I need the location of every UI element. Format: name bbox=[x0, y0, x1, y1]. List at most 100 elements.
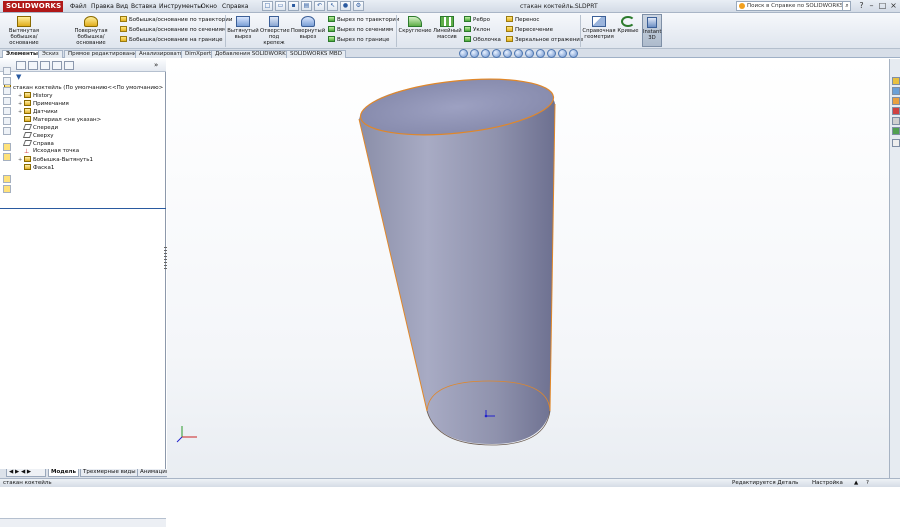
feature-icon[interactable] bbox=[3, 143, 11, 151]
hole-wizard-button[interactable]: Отверстие под крепеж bbox=[260, 16, 290, 46]
tree-item-annotations[interactable]: + Примечания bbox=[18, 100, 69, 108]
tab-mbd[interactable]: SOLIDWORKS MBD bbox=[286, 50, 346, 58]
close-icon[interactable]: × bbox=[888, 1, 899, 11]
feature-icon[interactable] bbox=[3, 185, 11, 193]
feature-icon[interactable] bbox=[3, 153, 11, 161]
tree-item-history[interactable]: + History bbox=[18, 92, 53, 100]
task-icon[interactable] bbox=[3, 97, 11, 105]
open-icon[interactable]: ▭ bbox=[275, 1, 286, 11]
previous-view-icon[interactable] bbox=[481, 49, 490, 58]
menu-insert[interactable]: Вставка bbox=[131, 3, 156, 10]
save-icon[interactable]: ▪ bbox=[288, 1, 299, 11]
menu-tools[interactable]: Инструменты bbox=[159, 3, 202, 10]
scene-icon[interactable] bbox=[547, 49, 556, 58]
solidworks-resources-icon[interactable] bbox=[892, 77, 900, 85]
custom-properties-icon[interactable] bbox=[892, 127, 900, 135]
select-icon[interactable]: ↖ bbox=[327, 1, 338, 11]
instant3d-button[interactable]: Instant 3D bbox=[642, 14, 662, 47]
tree-item-origin[interactable]: ⊥ Исходная точка bbox=[24, 148, 79, 155]
curves-button[interactable]: Кривые bbox=[617, 16, 639, 34]
sweep-cut-button[interactable]: Вырез по траектории bbox=[328, 16, 399, 24]
menu-file[interactable]: Файл bbox=[70, 3, 87, 10]
view-orientation-icon[interactable] bbox=[503, 49, 512, 58]
view-settings-icon[interactable] bbox=[558, 49, 567, 58]
new-icon[interactable]: □ bbox=[262, 1, 273, 11]
task-icon[interactable] bbox=[3, 67, 11, 75]
display-manager-icon[interactable] bbox=[64, 61, 74, 70]
boundary-cut-button[interactable]: Вырез по границе bbox=[328, 36, 389, 44]
display-style-icon[interactable] bbox=[514, 49, 523, 58]
menu-window[interactable]: Окно bbox=[201, 3, 217, 10]
tree-item-right-plane[interactable]: Справа bbox=[22, 140, 54, 148]
wrap-button[interactable]: Перенос bbox=[506, 16, 539, 24]
tab-features[interactable]: Элементы bbox=[2, 50, 42, 58]
help-search-input[interactable]: Поиск в Справке по SOLIDWORKS bbox=[736, 1, 851, 11]
help-icon[interactable]: ? bbox=[866, 479, 869, 487]
tab-addins[interactable]: Добавления SOLIDWORKS bbox=[211, 50, 294, 58]
mirror-button[interactable]: Зеркальное отражение bbox=[506, 36, 583, 44]
filter-icon[interactable]: ▼ bbox=[16, 73, 21, 81]
forum-icon[interactable] bbox=[892, 139, 900, 147]
reference-geometry-button[interactable]: Справочная геометрия bbox=[582, 16, 616, 40]
graphics-area[interactable] bbox=[167, 59, 889, 478]
edit-appearance-icon[interactable] bbox=[536, 49, 545, 58]
hide-show-icon[interactable] bbox=[525, 49, 534, 58]
tree-item-front-plane[interactable]: Спереди bbox=[22, 124, 58, 132]
tab-model[interactable]: Модель bbox=[48, 469, 79, 477]
tab-direct-editing[interactable]: Прямое редактирование bbox=[64, 50, 144, 58]
expand-panel-icon[interactable]: » bbox=[154, 61, 164, 70]
status-units[interactable]: Настройка bbox=[812, 479, 843, 487]
dimxpert-icon[interactable] bbox=[52, 61, 62, 70]
configuration-icon[interactable] bbox=[40, 61, 50, 70]
tree-root[interactable]: стакан коктейль (По умолчанию<<По умолча… bbox=[4, 84, 163, 92]
print-icon[interactable]: ▤ bbox=[301, 1, 312, 11]
menu-edit[interactable]: Правка bbox=[91, 3, 114, 10]
tab-evaluate[interactable]: Анализировать bbox=[135, 50, 188, 58]
tab-sketch[interactable]: Эскиз bbox=[38, 50, 63, 58]
section-view-icon[interactable] bbox=[492, 49, 501, 58]
tree-item-extrude1[interactable]: + Бобышка-Вытянуть1 bbox=[18, 156, 93, 164]
fillet-button[interactable]: Скругление bbox=[398, 16, 432, 34]
task-icon[interactable] bbox=[3, 117, 11, 125]
draft-button[interactable]: Уклон bbox=[464, 26, 490, 34]
nav-arrows[interactable]: ◀ ▶ ◀ ▶ bbox=[6, 469, 46, 477]
extrude-cut-button[interactable]: Вытянутый вырез bbox=[227, 16, 259, 40]
linear-pattern-button[interactable]: Линейный массив bbox=[433, 16, 462, 40]
intersect-button[interactable]: Пересечение bbox=[506, 26, 553, 34]
options-icon[interactable]: ⚙ bbox=[353, 1, 364, 11]
appearances-icon[interactable] bbox=[892, 117, 900, 125]
revolve-boss-button[interactable]: Повернутая бобышка/основание bbox=[66, 16, 116, 46]
rebuild-icon[interactable]: ● bbox=[340, 1, 351, 11]
shell-button[interactable]: Оболочка bbox=[464, 36, 501, 44]
help-search-button[interactable]: ⌕ bbox=[842, 1, 851, 11]
feature-icon[interactable] bbox=[3, 175, 11, 183]
sweep-boss-button[interactable]: Бобышка/основание по траектории bbox=[120, 16, 232, 24]
revolve-cut-button[interactable]: Повернутый вырез bbox=[290, 16, 326, 40]
display-icon[interactable] bbox=[569, 49, 578, 58]
minimize-icon[interactable]: – bbox=[866, 1, 877, 11]
task-icon[interactable] bbox=[3, 127, 11, 135]
boundary-boss-button[interactable]: Бобышка/основание на границе bbox=[120, 36, 222, 44]
view-palette-icon[interactable] bbox=[892, 107, 900, 115]
task-icon[interactable] bbox=[3, 87, 11, 95]
tree-item-chamfer1[interactable]: Фаска1 bbox=[24, 164, 54, 172]
loft-cut-button[interactable]: Вырез по сечениям bbox=[328, 26, 393, 34]
property-manager-icon[interactable] bbox=[28, 61, 38, 70]
maximize-icon[interactable]: □ bbox=[877, 1, 888, 11]
tree-item-sensors[interactable]: + Датчики bbox=[18, 108, 58, 116]
task-icon[interactable] bbox=[3, 77, 11, 85]
tree-item-top-plane[interactable]: Сверху bbox=[22, 132, 53, 140]
zoom-to-fit-icon[interactable] bbox=[459, 49, 468, 58]
tab-3d-views[interactable]: Трехмерные виды bbox=[80, 469, 139, 477]
task-icon[interactable] bbox=[3, 107, 11, 115]
units-arrow-icon[interactable]: ▲ bbox=[854, 479, 858, 487]
feature-tree-icon[interactable] bbox=[16, 61, 26, 70]
menu-view[interactable]: Вид bbox=[116, 3, 128, 10]
zoom-area-icon[interactable] bbox=[470, 49, 479, 58]
undo-icon[interactable]: ↶ bbox=[314, 1, 325, 11]
rib-button[interactable]: Ребро bbox=[464, 16, 490, 24]
design-library-icon[interactable] bbox=[892, 87, 900, 95]
tree-item-material[interactable]: Материал <не указан> bbox=[24, 116, 101, 124]
file-explorer-icon[interactable] bbox=[892, 97, 900, 105]
menu-help[interactable]: Справка bbox=[222, 3, 248, 10]
